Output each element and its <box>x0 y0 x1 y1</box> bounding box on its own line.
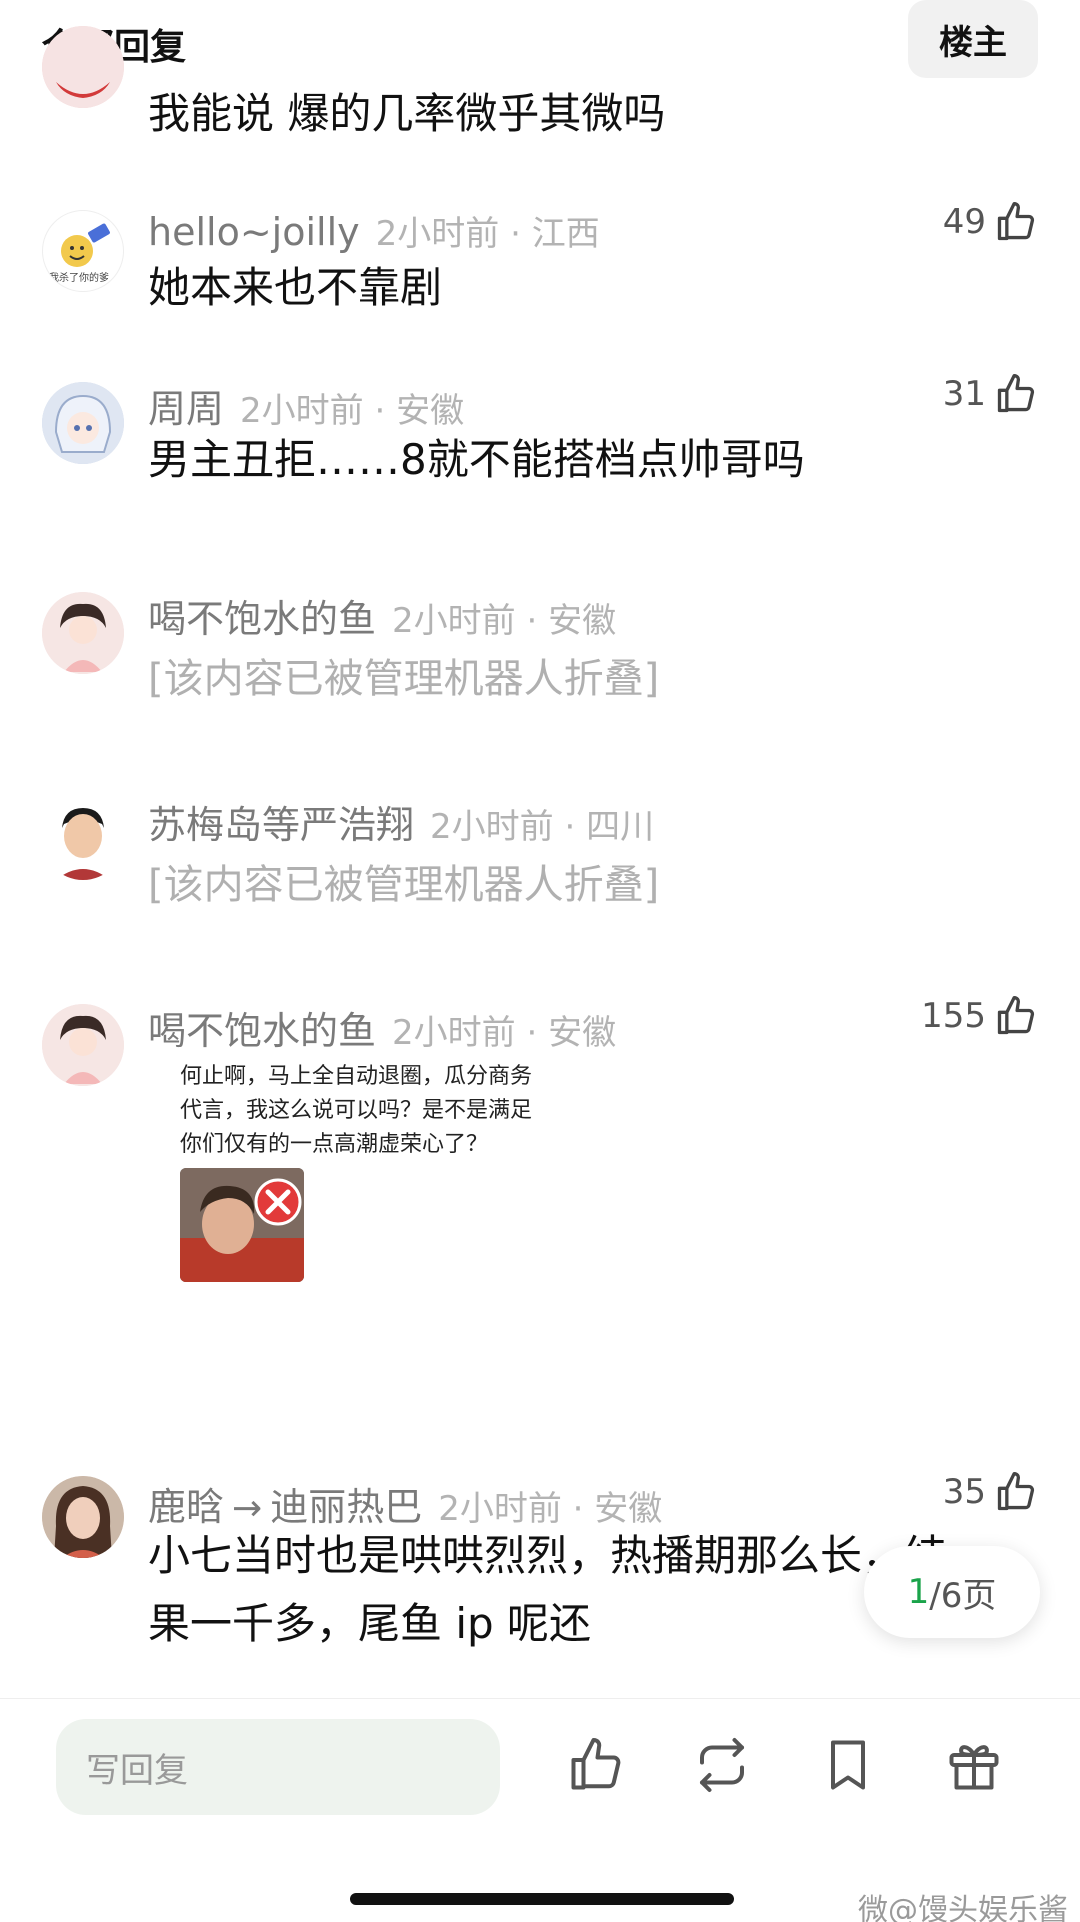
like-button[interactable]: 35 <box>943 1470 1038 1514</box>
like-button[interactable]: 49 <box>943 200 1038 244</box>
avatar[interactable] <box>42 26 124 108</box>
gift-icon[interactable] <box>944 1735 1004 1795</box>
reply-image[interactable] <box>180 1168 304 1282</box>
comment-text-line: 果一千多，尾鱼 ip 呢还 <box>148 1599 592 1648</box>
repost-icon[interactable] <box>692 1735 752 1795</box>
comment-item: 我能说 爆的几率微乎其微吗 <box>0 26 1080 160</box>
thumbs-up-icon <box>997 202 1035 241</box>
username[interactable]: 苏梅岛等严浩翔 <box>148 794 414 849</box>
comment-text: 我能说 爆的几率微乎其微吗 <box>148 89 666 138</box>
comment-item: 周周 2小时前 · 安徽 31 男主丑拒……8就不能搭档点帅哥吗 <box>0 374 1080 488</box>
thumbs-up-icon <box>997 996 1035 1035</box>
like-count: 49 <box>942 202 986 242</box>
reply-input[interactable]: 写回复 <box>56 1719 500 1815</box>
avatar-caption: 我杀了你的爹 <box>49 273 109 284</box>
comment-meta: 喝不饱水的鱼 2小时前 · 安徽 <box>148 1000 616 1053</box>
watermark: 微@馒头娱乐酱 <box>858 1893 1068 1922</box>
avatar[interactable] <box>42 1476 124 1558</box>
thumbs-up-icon[interactable] <box>566 1735 626 1795</box>
folded-notice[interactable]: [该内容已被管理机器人折叠] <box>148 852 659 910</box>
comment-meta: 鹿晗 → 迪丽热巴 2小时前 · 安徽 <box>148 1476 662 1529</box>
avatar[interactable] <box>42 592 124 674</box>
thumbs-up-icon <box>997 374 1035 413</box>
like-count: 31 <box>942 374 986 414</box>
username[interactable]: 周周 <box>148 378 224 433</box>
thumbs-up-icon <box>997 1472 1035 1511</box>
bookmark-icon[interactable] <box>818 1735 878 1795</box>
like-count: 35 <box>942 1472 986 1512</box>
comment-text: 男主丑拒……8就不能搭档点帅哥吗 <box>148 435 805 484</box>
page-indicator[interactable]: 1/6页 <box>864 1546 1040 1638</box>
comment-text-line: 小七当时也是哄哄烈烈，热播期那么长，结 <box>148 1531 947 1580</box>
username[interactable]: hello~joilly <box>148 210 360 254</box>
op-only-button[interactable]: 楼主 <box>908 0 1038 78</box>
comment-text: 她本来也不靠剧 <box>148 263 443 312</box>
avatar[interactable] <box>42 382 124 464</box>
avatar[interactable]: 我杀了你的爹 <box>42 210 124 292</box>
comment-item: 我杀了你的爹 hello~joilly 2小时前 · 江西 49 她本来也不靠剧 <box>0 202 1080 316</box>
timestamp: 2小时前 · 安徽 <box>392 601 617 641</box>
quote-line: 何止啊，马上全自动退圈，瓜分商务 <box>180 1064 533 1089</box>
like-button[interactable]: 155 <box>921 994 1038 1038</box>
comment-meta: 苏梅岛等严浩翔 2小时前 · 四川 <box>148 794 654 847</box>
timestamp: 2小时前 · 安徽 <box>240 391 465 431</box>
bottom-bar: 写回复 微@馒头娱乐酱 <box>0 1698 1080 1922</box>
username[interactable]: 喝不饱水的鱼 <box>148 588 376 643</box>
home-indicator[interactable] <box>350 1893 734 1905</box>
folded-notice[interactable]: [该内容已被管理机器人折叠] <box>148 646 659 704</box>
quote-line: 代言，我这么说可以吗？是不是满足 <box>180 1098 533 1123</box>
comment-item: 苏梅岛等严浩翔 2小时前 · 四川 [该内容已被管理机器人折叠] <box>0 794 1080 908</box>
like-button[interactable]: 31 <box>943 372 1038 416</box>
avatar[interactable] <box>42 1004 124 1086</box>
timestamp: 2小时前 · 四川 <box>430 807 655 847</box>
comment-item: 喝不饱水的鱼 2小时前 · 安徽 [该内容已被管理机器人折叠] <box>0 588 1080 702</box>
comment-meta: hello~joilly 2小时前 · 江西 <box>148 206 600 256</box>
timestamp: 2小时前 · 江西 <box>375 214 600 254</box>
like-count: 155 <box>921 996 986 1036</box>
header: 全部回复 楼主 <box>0 0 1080 92</box>
username[interactable]: 喝不饱水的鱼 <box>148 1000 376 1055</box>
comment-item: 喝不饱水的鱼 2小时前 · 安徽 155 何止啊，马上全自动退圈，瓜分商务 代言… <box>0 996 1080 1360</box>
comment-meta: 周周 2小时前 · 安徽 <box>148 378 464 431</box>
comment-meta: 喝不饱水的鱼 2小时前 · 安徽 <box>148 588 616 641</box>
quoted-text: 何止啊，马上全自动退圈，瓜分商务 代言，我这么说可以吗？是不是满足 你们仅有的一… <box>180 1060 600 1162</box>
current-page: 1 <box>907 1572 930 1612</box>
total-pages: /6页 <box>929 1575 997 1616</box>
quote-line: 你们仅有的一点高潮虚荣心了？ <box>180 1132 489 1157</box>
timestamp: 2小时前 · 安徽 <box>392 1013 617 1053</box>
avatar[interactable] <box>42 798 124 880</box>
